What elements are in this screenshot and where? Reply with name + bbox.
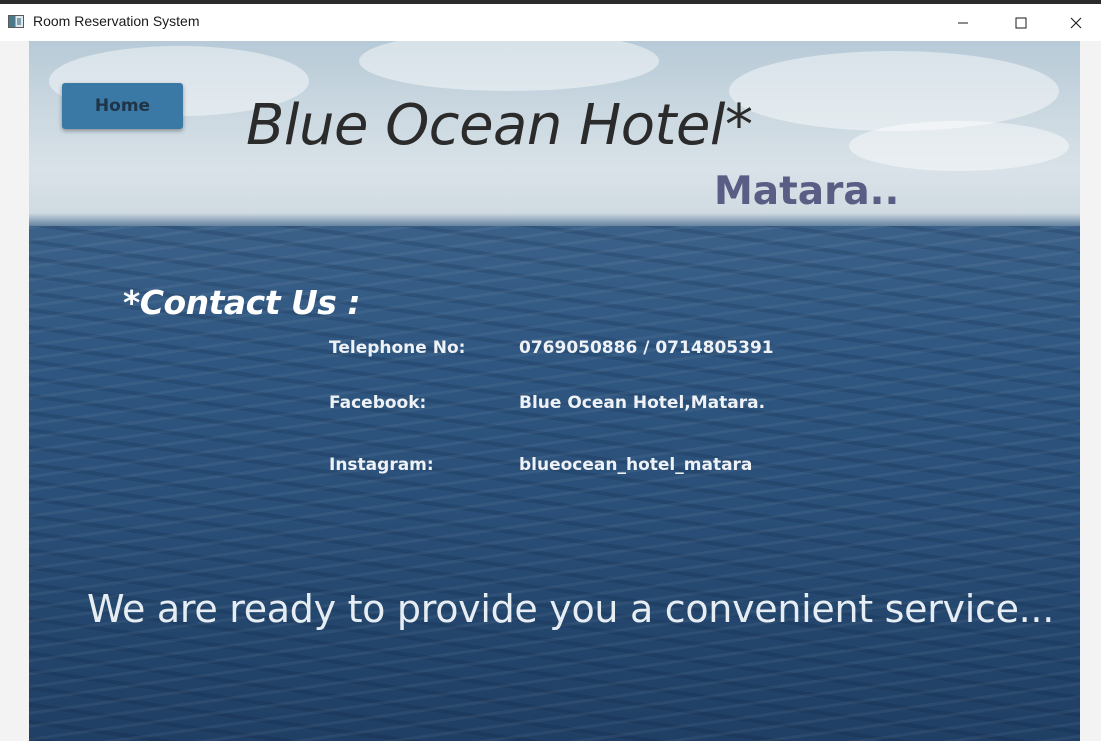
telephone-label: Telephone No: (329, 338, 466, 358)
contact-heading: *Contact Us : (123, 283, 361, 322)
facebook-label: Facebook: (329, 393, 427, 413)
maximize-button[interactable] (992, 4, 1050, 41)
tagline: We are ready to provide you a convenient… (87, 587, 1054, 631)
close-button[interactable] (1050, 4, 1101, 41)
cloud (729, 51, 1059, 131)
title-bar[interactable]: Room Reservation System (0, 4, 1101, 41)
instagram-value: blueocean_hotel_matara (519, 455, 753, 475)
cloud (849, 121, 1069, 171)
instagram-label: Instagram: (329, 455, 434, 475)
hotel-title: Blue Ocean Hotel* (246, 93, 753, 158)
home-button[interactable]: Home (62, 83, 183, 129)
minimize-icon (958, 22, 968, 23)
app-window: Room Reservation System Home Blue Ocean … (0, 0, 1101, 741)
close-icon (1070, 17, 1081, 28)
main-content: Home Blue Ocean Hotel* Matara.. *Contact… (29, 41, 1080, 741)
minimize-button[interactable] (934, 4, 992, 41)
facebook-value: Blue Ocean Hotel,Matara. (519, 393, 766, 413)
maximize-icon (1015, 17, 1027, 28)
cloud (359, 41, 659, 91)
app-icon (8, 15, 24, 28)
telephone-value: 0769050886 / 0714805391 (519, 338, 774, 358)
window-title: Room Reservation System (33, 13, 200, 29)
city-label: Matara.. (714, 169, 900, 214)
